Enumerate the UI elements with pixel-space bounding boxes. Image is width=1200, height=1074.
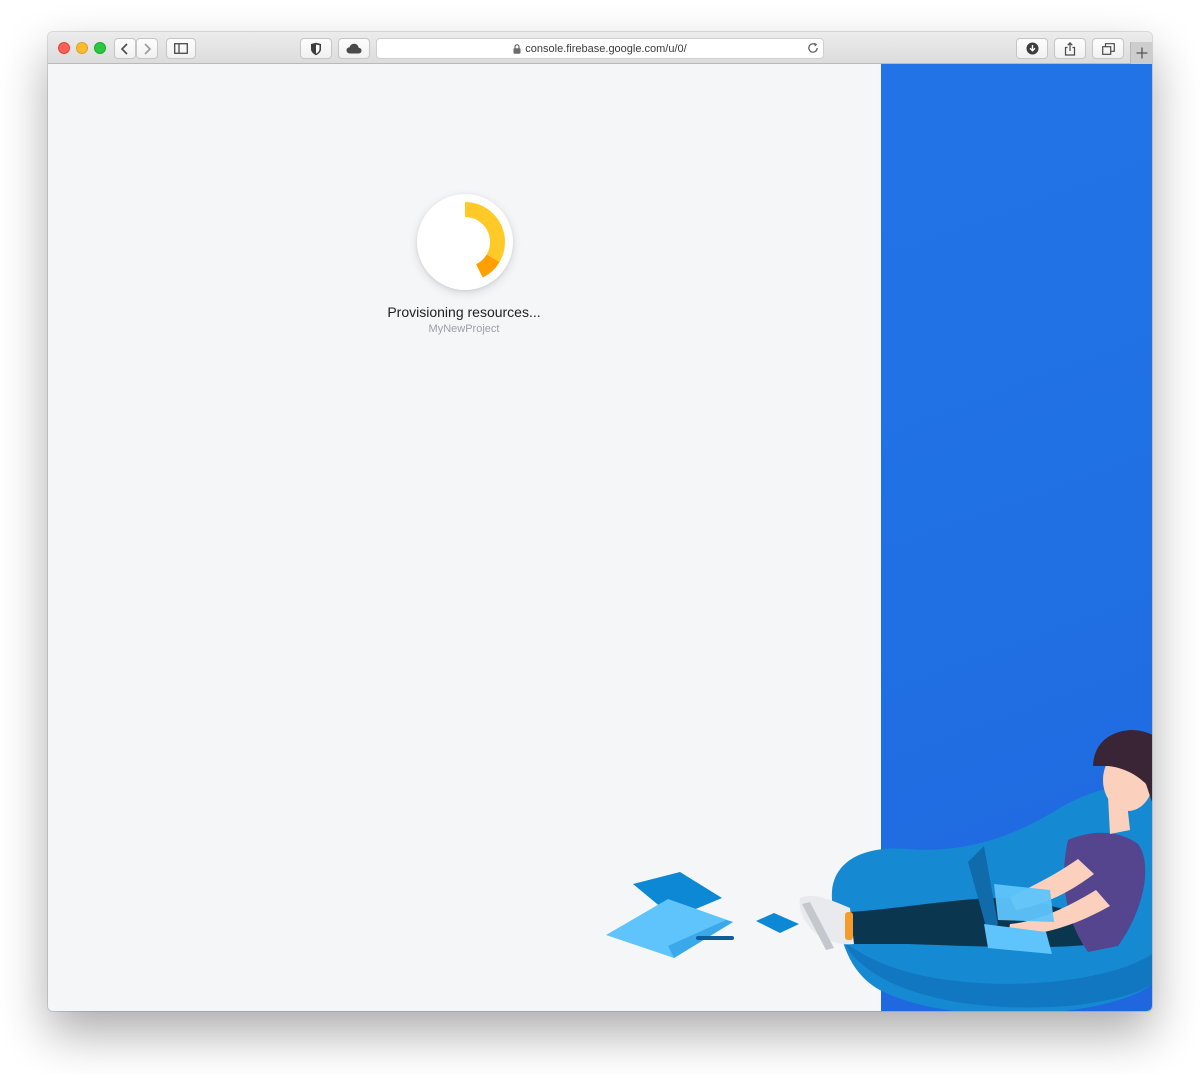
- browser-window: console.firebase.google.com/u/0/ Provisi…: [48, 32, 1152, 1011]
- address-url: console.firebase.google.com/u/0/: [525, 42, 687, 55]
- person-with-laptop-illustration: [606, 730, 1152, 1011]
- page-content: Provisioning resources... MyNewProject: [48, 64, 1152, 1011]
- sidebar-button[interactable]: [166, 38, 196, 59]
- tabs-overview-icon: [1101, 42, 1115, 55]
- sidebar-icon: [174, 43, 188, 54]
- shield-extension-button[interactable]: [300, 38, 332, 59]
- lock-icon: [513, 43, 521, 54]
- download-icon: [1026, 42, 1038, 55]
- close-window-button[interactable]: [58, 42, 70, 54]
- reload-icon[interactable]: [807, 42, 819, 54]
- chevron-left-icon: [120, 42, 128, 55]
- back-button[interactable]: [114, 38, 136, 59]
- maximize-window-button[interactable]: [94, 42, 106, 54]
- share-icon: [1064, 41, 1076, 56]
- minimize-window-button[interactable]: [76, 42, 88, 54]
- project-name: MyNewProject: [428, 323, 500, 335]
- new-tab-button[interactable]: [1130, 42, 1152, 64]
- address-bar[interactable]: console.firebase.google.com/u/0/: [376, 38, 824, 59]
- share-button[interactable]: [1054, 38, 1086, 59]
- cloud-extension-button[interactable]: [338, 38, 370, 59]
- plus-icon: [1136, 47, 1147, 59]
- forward-button[interactable]: [136, 38, 158, 59]
- browser-toolbar: console.firebase.google.com/u/0/: [48, 32, 1152, 64]
- shield-icon: [311, 42, 321, 55]
- downloads-button[interactable]: [1016, 38, 1048, 59]
- loading-spinner: [417, 194, 513, 290]
- cloud-icon: [346, 43, 362, 54]
- progress-ring-icon: [465, 202, 505, 278]
- chevron-right-icon: [144, 42, 152, 55]
- status-text: Provisioning resources...: [387, 304, 541, 320]
- tabs-overview-button[interactable]: [1092, 38, 1124, 59]
